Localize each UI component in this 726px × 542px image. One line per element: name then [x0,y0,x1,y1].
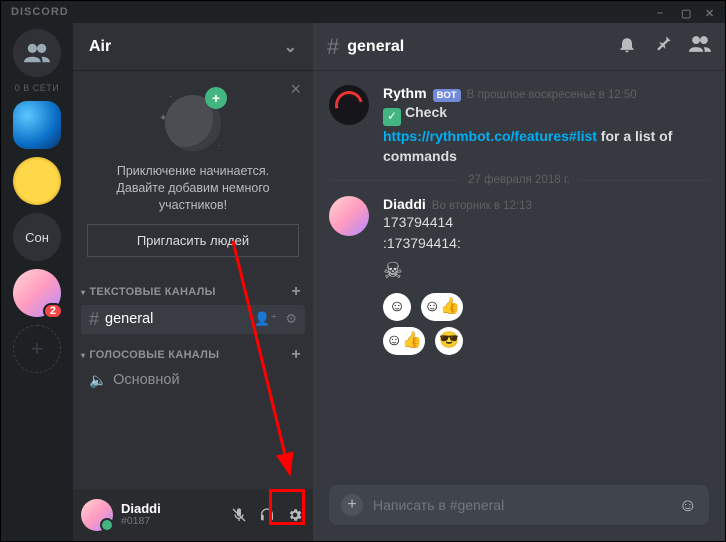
user-avatar[interactable] [81,499,113,531]
friends-icon [24,43,50,63]
channel-name: general [105,311,153,327]
maximize-button[interactable]: ▢ [681,7,691,17]
create-invite-icon[interactable]: 👤⁺ [254,311,277,327]
emoji: ☺ [383,293,411,321]
members-icon [689,34,711,54]
guild-item[interactable] [13,269,61,317]
server-header[interactable]: Air ⌄ [73,23,313,71]
user-info: Diaddi #0187 [121,502,161,528]
app-brand: DISCORD [11,6,69,18]
user-settings-button[interactable] [285,505,305,525]
chat-header: # general [313,23,725,71]
custom-emoji: ☠︎ [383,255,709,287]
invite-illustration: ✦ · · + [159,87,227,155]
notifications-button[interactable] [617,34,637,59]
plus-badge-icon: + [205,87,227,109]
message-input[interactable]: + Написать в #general ☺ [329,485,709,525]
titlebar: DISCORD – ▢ ✕ [1,1,725,23]
chevron-down-icon: ⌄ [284,37,297,57]
channel-name: Основной [113,372,179,388]
link[interactable]: https://rythmbot.co/features#list [383,128,597,144]
emoji: ☺👍 [421,293,463,321]
user-name: Diaddi [121,502,161,516]
message-timestamp: Во вторник в 12:13 [432,200,532,212]
avatar[interactable] [329,85,369,125]
minimize-button[interactable]: – [657,7,667,17]
hash-icon: # [89,309,99,330]
message-list: Rythm BOT В прошлое воскресенье в 12:50 … [313,71,725,485]
server-name: Air [89,38,111,56]
check-icon: ✓ [383,108,401,126]
emoji: ☺👍 [383,327,425,355]
speaker-icon: 🔈 [89,372,107,389]
voice-channel-item[interactable]: 🔈 Основной [81,368,305,393]
message: Diaddi Во вторник в 12:13 173794414 :173… [329,196,709,354]
message-author[interactable]: Rythm [383,85,427,101]
window-controls: – ▢ ✕ [657,7,715,17]
add-server-button[interactable]: + [13,325,61,373]
headphones-icon [259,507,275,523]
emoji-picker-button[interactable]: ☺ [679,495,697,516]
gear-icon [287,507,303,523]
main-area: 0 В СЕТИ Сон + Air ⌄ × ✦ · · + [1,23,725,541]
mute-mic-button[interactable] [229,505,249,525]
channel-title: general [347,38,404,56]
home-button[interactable] [13,29,61,77]
chevron-down-icon: ▾ [81,351,85,360]
message-content: ✓Check https://rythmbot.co/features#list… [383,102,709,166]
invite-text: Приключение начинается. Давайте добавим … [87,163,299,214]
guild-item[interactable]: Сон [13,213,61,261]
close-icon[interactable]: × [290,79,301,100]
category-label: ГОЛОСОВЫЕ КАНАЛЫ [89,349,219,361]
add-attachment-button[interactable]: + [341,494,363,516]
message: Rythm BOT В прошлое воскресенье в 12:50 … [329,85,709,166]
online-count-label: 0 В СЕТИ [15,83,59,93]
message-author[interactable]: Diaddi [383,196,426,212]
emoji: 😎 [435,327,463,355]
mic-icon [231,507,247,523]
date-divider: 27 февраля 2018 г. [329,174,709,186]
message-timestamp: В прошлое воскресенье в 12:50 [467,89,637,101]
app-window: DISCORD – ▢ ✕ 0 В СЕТИ Сон + Air ⌄ [0,0,726,542]
voice-channels-category[interactable]: ▾ ГОЛОСОВЫЕ КАНАЛЫ + [73,334,313,368]
message-input-area: + Написать в #general ☺ [313,485,725,541]
channel-settings-icon[interactable]: ⚙ [285,311,297,327]
add-channel-button[interactable]: + [291,283,301,301]
text-channels-category[interactable]: ▾ ТЕКСТОВЫЕ КАНАЛЫ + [73,271,313,305]
message-content: 173794414 :173794414: ☠︎ ☺ ☺👍 ☺👍 😎 [383,212,709,354]
guild-item[interactable] [13,101,61,149]
bot-tag: BOT [433,89,461,102]
channel-sidebar: Air ⌄ × ✦ · · + Приключение начинается. … [73,23,313,541]
invite-people-button[interactable]: Пригласить людей [87,224,299,257]
guild-item[interactable] [13,157,61,205]
invite-panel: × ✦ · · + Приключение начинается. Давайт… [73,71,313,271]
close-button[interactable]: ✕ [705,7,715,17]
add-channel-button[interactable]: + [291,346,301,364]
input-placeholder: Написать в #general [373,497,504,513]
pinned-messages-button[interactable] [653,34,673,59]
emoji-row: ☺ ☺👍 [383,293,709,321]
pin-icon [653,34,673,54]
chevron-down-icon: ▾ [81,288,85,297]
text-channel-item[interactable]: # general 👤⁺ ⚙ [81,305,305,334]
user-panel: Diaddi #0187 [73,489,313,541]
deafen-button[interactable] [257,505,277,525]
hash-icon: # [327,34,339,60]
guild-list: 0 В СЕТИ Сон + [1,23,73,541]
emoji-row: ☺👍 😎 [383,327,709,355]
category-label: ТЕКСТОВЫЕ КАНАЛЫ [89,286,215,298]
chat-area: # general [313,23,725,541]
member-list-button[interactable] [689,34,711,59]
user-discriminator: #0187 [121,516,161,528]
avatar[interactable] [329,196,369,236]
bell-icon [617,34,637,54]
